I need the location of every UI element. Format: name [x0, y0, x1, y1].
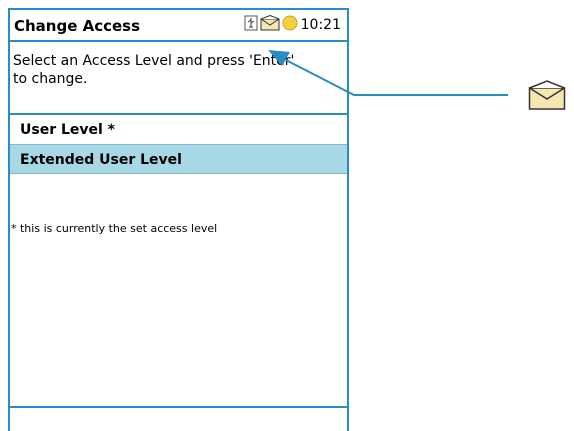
instruction-text: Select an Access Level and press 'Enter'… [10, 42, 347, 115]
usb-icon [244, 15, 258, 35]
clock: 10:21 [300, 17, 341, 33]
instruction-line-2: to change. [13, 71, 88, 87]
list-item-user-level[interactable]: User Level * [10, 115, 347, 145]
device-screen: Change Access 10:21 Select an Access Lev… [8, 8, 349, 431]
status-bar: 10:21 [244, 14, 341, 35]
list-item-extended-user-level[interactable]: Extended User Level [10, 144, 347, 174]
bottom-divider [10, 406, 347, 408]
battery-dot-icon [282, 15, 298, 35]
title-bar: Change Access 10:21 [10, 10, 347, 42]
message-icon-callout [528, 80, 566, 114]
message-icon[interactable] [260, 14, 280, 35]
instruction-line-1: Select an Access Level and press 'Enter' [13, 53, 295, 69]
page-title: Change Access [14, 17, 141, 35]
footnote: * this is currently the set access level [11, 222, 218, 235]
